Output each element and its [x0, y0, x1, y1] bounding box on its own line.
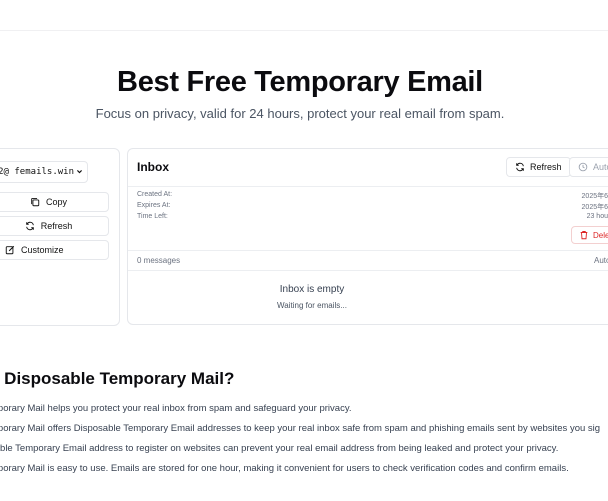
page-title: Best Free Temporary Email: [117, 66, 483, 98]
refresh-icon: [515, 162, 525, 172]
article-paragraph: mporary Mail helps you protect your real…: [0, 403, 352, 414]
refresh-address-label: Refresh: [40, 221, 73, 231]
inbox-title: Inbox: [137, 160, 169, 174]
auto-refresh-label: Auto: [593, 162, 608, 172]
customize-button-label: Customize: [21, 245, 64, 255]
copy-button[interactable]: Copy: [0, 192, 109, 212]
expires-at-value: 2025年6: [581, 204, 608, 211]
copy-button-label: Copy: [45, 197, 67, 207]
trash-icon: [579, 230, 589, 240]
empty-inbox-title: Inbox is empty: [279, 284, 345, 295]
clock-icon: [578, 162, 588, 172]
email-address-select[interactable]: f42@ femails.win: [0, 161, 88, 183]
time-left-label: Time Left:: [137, 213, 168, 220]
expires-at-label: Expires At:: [137, 202, 171, 209]
delete-button-label: Delet: [593, 230, 608, 240]
article-paragraph: mporary Mail is easy to use. Emails are …: [0, 463, 569, 474]
message-list-divider: [128, 270, 608, 271]
auto-status-label: Auto: [594, 256, 608, 265]
refresh-icon: [25, 221, 35, 231]
customize-button[interactable]: Customize: [0, 240, 109, 260]
inbox-meta-divider: [128, 250, 608, 251]
inbox-refresh-label: Refresh: [530, 162, 562, 172]
inbox-header-divider: [128, 186, 608, 187]
article-paragraph: mporary Mail offers Disposable Temporary…: [0, 423, 601, 434]
article-paragraph: sable Temporary Email address to registe…: [0, 443, 559, 454]
email-address-value: f42@ femails.win: [0, 167, 74, 177]
edit-icon: [5, 245, 15, 255]
auto-refresh-button[interactable]: Auto: [569, 157, 608, 177]
chevron-down-icon: [76, 168, 83, 177]
copy-icon: [30, 197, 40, 207]
header-divider: [0, 30, 608, 31]
article-heading: s Disposable Temporary Mail?: [0, 369, 235, 388]
page-subtitle: Focus on privacy, valid for 24 hours, pr…: [95, 106, 505, 121]
message-count: 0 messages: [137, 256, 181, 265]
empty-inbox-subtitle: Waiting for emails...: [277, 301, 347, 310]
created-at-label: Created At:: [137, 191, 173, 198]
inbox-refresh-button[interactable]: Refresh: [506, 157, 571, 177]
created-at-value: 2025年6: [581, 193, 608, 200]
delete-address-button[interactable]: Delet: [571, 226, 608, 244]
time-left-value: 23 hou: [586, 213, 608, 220]
refresh-address-button[interactable]: Refresh: [0, 216, 109, 236]
